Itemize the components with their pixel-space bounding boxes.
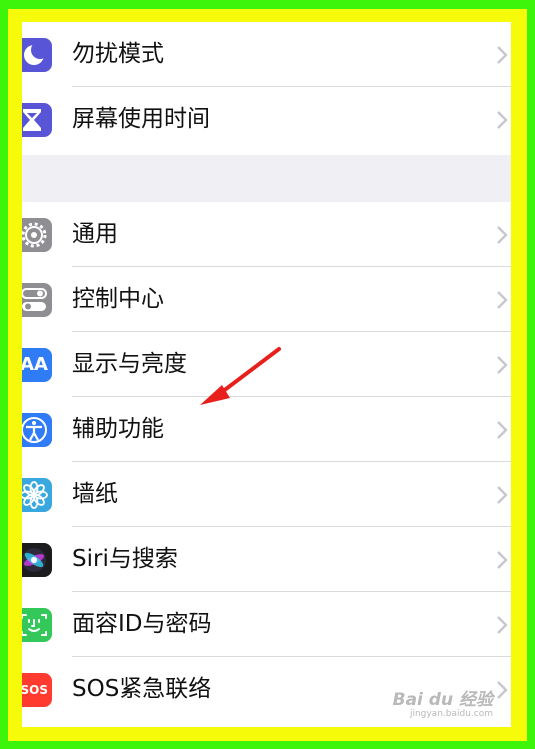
moon-icon: [22, 38, 52, 72]
chevron-right-icon: [497, 111, 508, 129]
text-size-icon: AA: [22, 348, 52, 382]
accessibility-icon: [22, 413, 52, 447]
baidu-jingyan-watermark: Bai du 经验 jingyan.baidu.com: [393, 691, 493, 719]
settings-screen: 勿扰模式 屏幕使用时间 通用 控制中心 AA 显示与亮度 辅助功能 墙纸 Sir…: [22, 22, 511, 727]
settings-row-label: 通用: [72, 221, 118, 247]
settings-row-label: SOS紧急联络: [72, 676, 212, 702]
watermark-url: jingyan.baidu.com: [409, 709, 493, 719]
flower-icon: [22, 478, 52, 512]
settings-row-label: 面容ID与密码: [72, 611, 212, 637]
toggles-icon: [22, 283, 52, 317]
settings-row-screen-time[interactable]: 屏幕使用时间: [22, 87, 511, 152]
settings-row-siri-search[interactable]: Siri与搜索: [22, 527, 511, 592]
settings-row-label: 屏幕使用时间: [72, 106, 210, 132]
settings-row-label: 辅助功能: [72, 416, 164, 442]
settings-row-wallpaper[interactable]: 墙纸: [22, 462, 511, 527]
settings-row-face-id-passcode[interactable]: 面容ID与密码: [22, 592, 511, 657]
settings-row-label: 显示与亮度: [72, 351, 187, 377]
settings-row-control-center[interactable]: 控制中心: [22, 267, 511, 332]
settings-row-label: 控制中心: [72, 286, 164, 312]
chevron-right-icon: [497, 356, 508, 374]
settings-row-label: 勿扰模式: [72, 41, 164, 67]
chevron-right-icon: [497, 291, 508, 309]
sos-icon: SOS: [22, 673, 52, 707]
face-id-icon: [22, 608, 52, 642]
chevron-right-icon: [497, 551, 508, 569]
siri-icon: [22, 543, 52, 577]
settings-row-label: 墙纸: [72, 481, 118, 507]
hourglass-icon: [22, 103, 52, 137]
settings-group-1: 勿扰模式 屏幕使用时间: [22, 22, 511, 155]
settings-row-accessibility[interactable]: 辅助功能: [22, 397, 511, 462]
settings-row-label: Siri与搜索: [72, 546, 178, 572]
chevron-right-icon: [497, 421, 508, 439]
settings-group-2: 通用 控制中心 AA 显示与亮度 辅助功能 墙纸 Siri与搜索 面容ID与密码…: [22, 202, 511, 727]
chevron-right-icon: [497, 681, 508, 699]
chevron-right-icon: [497, 46, 508, 64]
settings-row-do-not-disturb[interactable]: 勿扰模式: [22, 22, 511, 87]
gear-icon: [22, 218, 52, 252]
chevron-right-icon: [497, 616, 508, 634]
settings-row-display-brightness[interactable]: AA 显示与亮度: [22, 332, 511, 397]
settings-row-general[interactable]: 通用: [22, 202, 511, 267]
chevron-right-icon: [497, 486, 508, 504]
watermark-logo: Bai du 经验: [392, 690, 493, 710]
chevron-right-icon: [497, 226, 508, 244]
